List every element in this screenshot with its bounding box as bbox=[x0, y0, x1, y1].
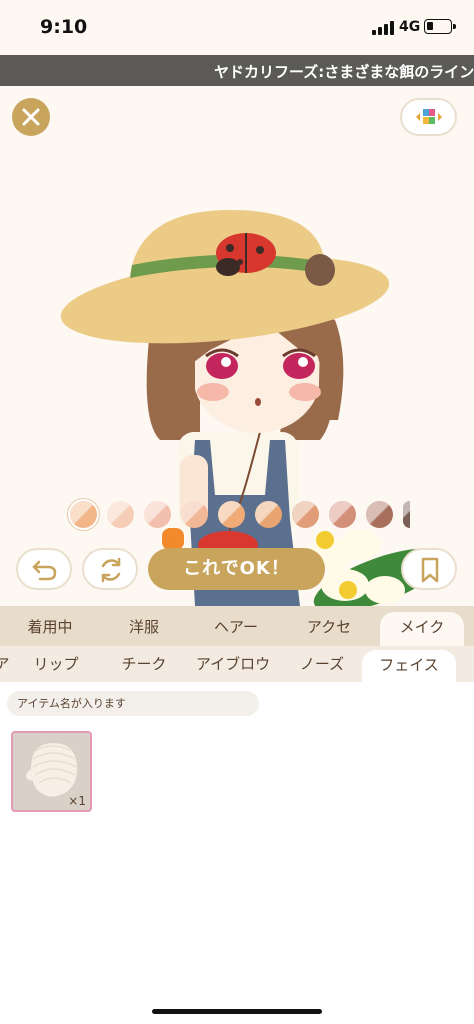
close-icon bbox=[22, 108, 40, 126]
color-swatch[interactable] bbox=[292, 501, 319, 528]
category-tabs: 着用中 洋服 ヘアー アクセ メイク bbox=[0, 606, 474, 646]
sub-tab-lip[interactable]: リップ bbox=[22, 646, 90, 682]
color-swatch[interactable] bbox=[144, 501, 171, 528]
sub-tab-nose[interactable]: ノーズ bbox=[288, 646, 356, 682]
item-count: ×1 bbox=[68, 794, 86, 808]
bookmark-button[interactable] bbox=[401, 548, 457, 590]
tab-makeup[interactable]: メイク bbox=[380, 612, 464, 646]
refresh-button[interactable] bbox=[82, 548, 138, 590]
confirm-ok-button[interactable]: これでOK！ bbox=[148, 548, 325, 590]
color-swatch[interactable] bbox=[70, 501, 97, 528]
tab-wearing[interactable]: 着用中 bbox=[0, 606, 100, 646]
undo-button[interactable] bbox=[16, 548, 72, 590]
wardrobe-button[interactable] bbox=[400, 98, 457, 136]
status-time: 9:10 bbox=[40, 16, 88, 38]
color-swatch[interactable] bbox=[181, 501, 208, 528]
tab-clothes[interactable]: 洋服 bbox=[96, 606, 192, 646]
wardrobe-grid-icon bbox=[416, 109, 442, 124]
battery-icon bbox=[424, 19, 456, 34]
sub-tab-partial[interactable]: ア bbox=[0, 646, 10, 682]
network-type: 4G bbox=[399, 19, 421, 35]
color-swatch[interactable] bbox=[218, 501, 245, 528]
undo-icon bbox=[32, 560, 57, 581]
color-swatch[interactable] bbox=[329, 501, 356, 528]
makeup-sub-tabs: ア リップ チーク アイブロウ ノーズ フェイス bbox=[0, 646, 474, 682]
status-bar: 9:10 4G bbox=[0, 0, 474, 55]
bookmark-icon bbox=[421, 557, 439, 583]
ticker-text: ヤドカリフーズ:さまざまな餌のライン bbox=[214, 63, 474, 81]
signal-icon bbox=[372, 21, 394, 35]
color-swatch[interactable] bbox=[255, 501, 282, 528]
color-swatch[interactable] bbox=[403, 501, 410, 528]
sub-tab-eyebrow[interactable]: アイブロウ bbox=[190, 646, 276, 682]
sub-tab-face[interactable]: フェイス bbox=[362, 650, 456, 682]
sub-tab-cheek[interactable]: チーク bbox=[110, 646, 178, 682]
tab-hair[interactable]: ヘアー bbox=[188, 606, 284, 646]
close-button[interactable] bbox=[12, 98, 50, 136]
home-indicator[interactable] bbox=[152, 1009, 322, 1014]
color-swatch[interactable] bbox=[107, 501, 134, 528]
news-ticker[interactable]: ヤドカリフーズ:さまざまな餌のライン bbox=[0, 55, 474, 86]
item-search-field[interactable]: アイテム名が入ります bbox=[7, 691, 259, 716]
tab-accessory[interactable]: アクセ bbox=[282, 606, 376, 646]
color-swatch[interactable] bbox=[366, 501, 393, 528]
color-palette bbox=[0, 498, 474, 532]
item-card[interactable]: ×1 bbox=[11, 731, 92, 812]
refresh-icon bbox=[101, 557, 121, 583]
